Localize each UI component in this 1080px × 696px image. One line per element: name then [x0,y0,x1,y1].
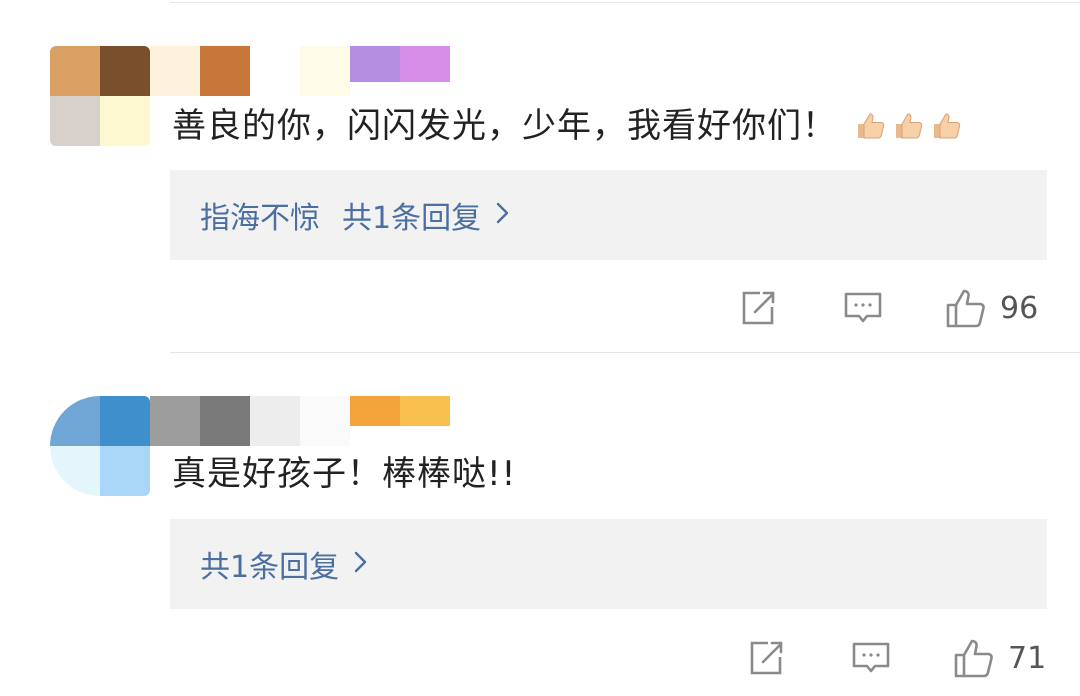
comment-actions: 71 [0,628,1080,688]
username-pixelated[interactable] [150,46,350,96]
comment-text: 善良的你，闪闪发光，少年，我看好你们！ [172,104,963,148]
share-button[interactable] [738,278,778,338]
comment-body: 真是好孩子！棒棒哒!! [172,454,517,494]
comment-icon [843,288,883,328]
reply-author[interactable]: 指海不惊 [200,193,320,237]
comment-text: 真是好孩子！棒棒哒!! [172,452,516,496]
reply-count[interactable]: 共1条回复 [342,193,481,237]
thumbs-up-icon [944,286,988,330]
avatar[interactable] [50,396,150,496]
comment-button[interactable] [843,278,883,338]
thumbs-up-icon [952,636,996,680]
reply-count[interactable]: 共1条回复 [200,542,339,586]
username-pixelated[interactable] [150,396,350,446]
avatar[interactable] [50,46,150,146]
reply-preview[interactable]: 共1条回复 [170,519,1047,609]
user-badge [350,396,450,426]
reply-preview[interactable]: 指海不惊 共1条回复 [170,170,1047,260]
share-icon [738,288,778,328]
like-count: 96 [1000,290,1039,326]
comment-button[interactable] [851,628,891,688]
chevron-right-icon [339,547,369,582]
share-icon [746,638,786,678]
comment-icon [851,638,891,678]
like-count: 71 [1008,640,1047,676]
comment-item: 真是好孩子！棒棒哒!! 共1条回复 71 [0,352,1080,696]
comment-actions: 96 [0,278,1080,338]
thumbs-up-icon [837,106,963,146]
like-button[interactable]: 71 [952,628,1046,688]
comment-body: 善良的你，闪闪发光，少年，我看好你们！ [172,106,837,146]
user-badge [350,46,450,82]
chevron-right-icon [481,198,511,233]
comment-item: 善良的你，闪闪发光，少年，我看好你们！ 指海不惊 共1条回复 96 [0,0,1080,352]
like-button[interactable]: 96 [944,278,1038,338]
share-button[interactable] [746,628,786,688]
